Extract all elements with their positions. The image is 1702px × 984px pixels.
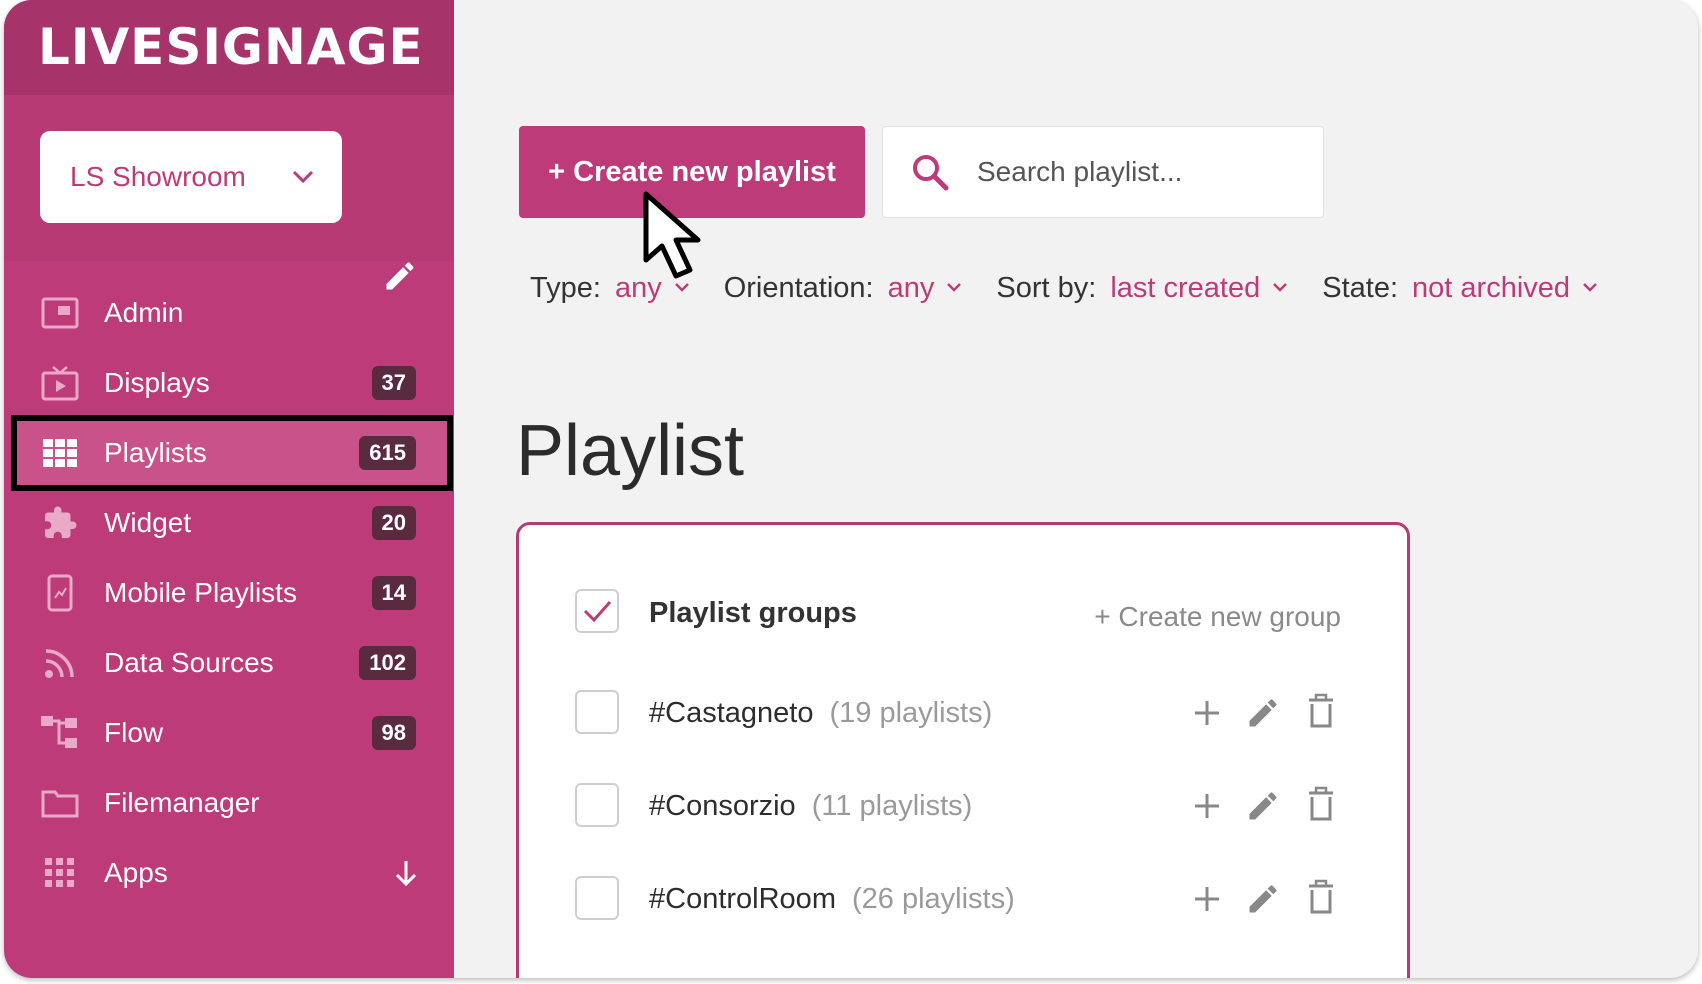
chevron-down-icon (947, 283, 962, 292)
sidebar-item-label: Flow (104, 717, 164, 748)
admin-window-icon (40, 294, 80, 332)
add-icon[interactable] (1189, 788, 1225, 824)
flow-icon (40, 714, 80, 752)
group-name: #Consorzio (649, 790, 796, 822)
group-row-checkbox[interactable] (575, 690, 619, 734)
filter-label: Sort by: (996, 271, 1097, 304)
filter-label: Orientation: (723, 271, 874, 304)
filter-sort-by[interactable]: Sort by: last created (996, 272, 1288, 305)
count-badge: 102 (359, 646, 416, 680)
sidebar-item-label: Mobile Playlists (104, 577, 297, 608)
workspace-dropdown[interactable]: LS Showroom (40, 131, 342, 223)
filter-type[interactable]: Type: any (530, 272, 690, 305)
count-badge: 14 (371, 576, 416, 610)
filter-bar: Type: any Orientation: any Sort by: last… (530, 268, 1632, 308)
mouse-cursor-icon (643, 191, 701, 279)
apps-grid-icon (40, 854, 80, 892)
logo: LIVESIGNAGE (38, 18, 424, 76)
filter-value: not archived (1412, 271, 1571, 304)
grid-icon (40, 434, 80, 472)
page-title: Playlist (516, 411, 745, 491)
rss-icon (40, 644, 80, 682)
group-row-checkbox[interactable] (575, 783, 619, 827)
playlist-groups-card: Playlist groups + Create new group #Cast… (516, 522, 1410, 978)
count-badge: 20 (371, 506, 416, 540)
sidebar-item-data-sources[interactable]: Data Sources 102 (14, 628, 450, 698)
sidebar-item-apps[interactable]: Apps (14, 838, 450, 908)
count-badge: 98 (371, 716, 416, 750)
filter-state[interactable]: State: not archived (1322, 272, 1598, 305)
sidebar-item-label: Filemanager (104, 787, 260, 818)
search-input[interactable] (977, 156, 1297, 188)
filter-value: any (887, 271, 935, 304)
group-row[interactable]: #Castagneto (19 playlists) (649, 697, 992, 730)
sidebar-item-displays[interactable]: Displays 37 (14, 348, 450, 418)
mobile-icon (40, 574, 80, 612)
sidebar-item-mobile-playlists[interactable]: Mobile Playlists 14 (14, 558, 450, 628)
sidebar-item-label: Apps (104, 857, 168, 888)
count-badge: 615 (359, 436, 416, 470)
logo-bar: LIVESIGNAGE (4, 0, 454, 95)
group-count: (11 playlists) (811, 790, 973, 822)
sidebar-item-label: Data Sources (104, 647, 274, 678)
create-group-link[interactable]: + Create new group (1094, 601, 1341, 633)
group-row[interactable]: #Consorzio (11 playlists) (649, 790, 972, 823)
workspace-label: LS Showroom (70, 161, 246, 192)
pencil-icon[interactable] (1245, 881, 1281, 917)
trash-icon[interactable] (1303, 786, 1339, 822)
sidebar-item-label: Playlists (104, 437, 207, 468)
group-row-checkbox[interactable] (575, 876, 619, 920)
playlist-groups-heading: Playlist groups (649, 597, 857, 629)
chevron-down-icon (292, 170, 314, 184)
search-box[interactable] (882, 126, 1324, 218)
group-count: (26 playlists) (851, 883, 1015, 915)
arrow-down-icon[interactable] (392, 858, 420, 888)
sidebar-item-flow[interactable]: Flow 98 (14, 698, 450, 768)
sidebar-item-admin[interactable]: Admin (14, 278, 450, 348)
select-all-groups-checkbox[interactable] (575, 589, 619, 633)
chevron-down-icon (1273, 283, 1288, 292)
workspace-area: LS Showroom (4, 95, 454, 261)
pencil-icon[interactable] (1245, 788, 1281, 824)
folder-icon (40, 784, 80, 822)
group-count: (19 playlists) (829, 697, 993, 729)
filter-label: State: (1322, 271, 1399, 304)
sidebar-item-filemanager[interactable]: Filemanager (14, 768, 450, 838)
sidebar-item-label: Displays (104, 367, 210, 398)
sidebar-item-widget[interactable]: Widget 20 (14, 488, 450, 558)
tv-display-icon (40, 364, 80, 402)
app-window: LIVESIGNAGE LS Showroom Admin Displays 3… (4, 0, 1698, 978)
chevron-down-icon (674, 283, 689, 292)
search-icon (913, 155, 949, 191)
group-name: #Castagneto (649, 697, 814, 729)
filter-value: any (614, 271, 662, 304)
chevron-down-icon (1583, 283, 1597, 292)
pencil-icon[interactable] (1245, 695, 1281, 731)
sidebar-item-label: Admin (104, 297, 184, 328)
add-icon[interactable] (1189, 695, 1225, 731)
trash-icon[interactable] (1303, 693, 1339, 729)
group-row[interactable]: #ControlRoom (26 playlists) (649, 883, 1015, 916)
count-badge: 37 (371, 366, 416, 400)
sidebar: LIVESIGNAGE LS Showroom Admin Displays 3… (4, 0, 454, 978)
sidebar-item-playlists[interactable]: Playlists 615 (11, 415, 453, 491)
add-icon[interactable] (1189, 881, 1225, 917)
checkmark-icon (583, 601, 612, 623)
group-name: #ControlRoom (649, 883, 836, 915)
trash-icon[interactable] (1303, 879, 1339, 915)
filter-label: Type: (530, 271, 601, 304)
filter-orientation[interactable]: Orientation: any (724, 272, 963, 305)
sidebar-item-label: Widget (104, 507, 192, 538)
filter-value: last created (1110, 271, 1261, 304)
puzzle-icon (40, 504, 80, 542)
